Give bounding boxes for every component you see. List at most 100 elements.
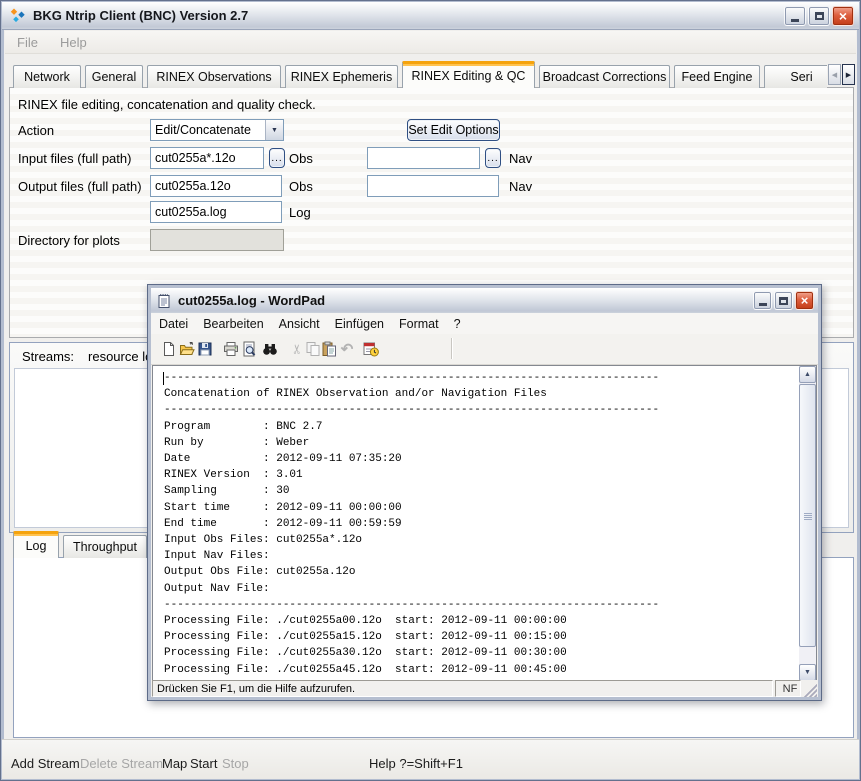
close-button[interactable]: × xyxy=(832,6,854,26)
bottom-toolbar: Add Stream Delete Stream Map Start Stop … xyxy=(2,739,859,779)
status-message: Drücken Sie F1, um die Hilfe aufzurufen. xyxy=(157,683,355,695)
output-nav-field[interactable] xyxy=(367,175,499,197)
tab-scroll-buttons: ◀ ▶ xyxy=(828,64,855,85)
wordpad-statusbar: Drücken Sie F1, um die Hilfe aufzurufen.… xyxy=(152,680,817,697)
menu-bearbeiten[interactable]: Bearbeiten xyxy=(203,317,263,331)
minimize-button[interactable] xyxy=(784,6,806,26)
save-floppy-icon xyxy=(197,341,213,357)
tab-throughput[interactable]: Throughput xyxy=(63,535,147,558)
tab-rinex-ephemeris[interactable]: RINEX Ephemeris xyxy=(285,65,398,88)
output-log-field[interactable] xyxy=(150,201,282,223)
wordpad-close-button[interactable]: × xyxy=(795,291,814,310)
find-binoculars-icon xyxy=(262,341,278,357)
wordpad-document[interactable]: ----------------------------------------… xyxy=(153,366,799,681)
tab-network[interactable]: Network xyxy=(13,65,81,88)
menu-format[interactable]: Format xyxy=(399,317,439,331)
minimize-icon xyxy=(759,303,767,306)
menu-einfuegen[interactable]: Einfügen xyxy=(335,317,384,331)
maximize-button[interactable] xyxy=(808,6,830,26)
menu-ansicht[interactable]: Ansicht xyxy=(279,317,320,331)
action-value: Edit/Concatenate xyxy=(151,123,265,137)
menu-datei[interactable]: Datei xyxy=(159,317,188,331)
save-button[interactable] xyxy=(197,339,213,359)
wordpad-title: cut0255a.log - WordPad xyxy=(178,293,325,308)
paste-button[interactable] xyxy=(321,339,337,359)
wordpad-window: cut0255a.log - WordPad × Datei Bearbeite… xyxy=(147,284,822,701)
close-icon: × xyxy=(839,9,847,23)
undo-arrow-icon: ↶ xyxy=(341,340,354,358)
wordpad-toolbar: ✂ ↶ xyxy=(151,334,818,365)
plots-dir-label: Directory for plots xyxy=(18,233,120,248)
wordpad-titlebar[interactable]: cut0255a.log - WordPad × xyxy=(151,288,818,313)
panel-description: RINEX file editing, concatenation and qu… xyxy=(18,97,316,112)
print-preview-button[interactable] xyxy=(241,339,257,359)
bnc-tabbar: Network General RINEX Observations RINEX… xyxy=(13,60,827,88)
tab-general[interactable]: General xyxy=(85,65,143,88)
input-obs-label: Obs xyxy=(289,151,313,166)
input-nav-label: Nav xyxy=(509,151,532,166)
chevron-right-icon: ▶ xyxy=(846,71,851,79)
menu-help[interactable]: Help xyxy=(60,35,87,50)
help-shortcut-label[interactable]: Help ?=Shift+F1 xyxy=(369,756,463,771)
tab-log[interactable]: Log xyxy=(13,531,59,558)
maximize-icon xyxy=(779,297,788,305)
action-dropdown[interactable]: Edit/Concatenate ▼ xyxy=(150,119,284,141)
print-button[interactable] xyxy=(223,339,239,359)
resize-grip[interactable] xyxy=(803,680,817,697)
start-button[interactable]: Start xyxy=(190,756,217,771)
output-obs-field[interactable] xyxy=(150,175,282,197)
bnc-menubar: File Help xyxy=(5,31,856,54)
print-preview-icon xyxy=(241,341,257,357)
scroll-down-button[interactable]: ▼ xyxy=(799,664,816,681)
tab-serial[interactable]: Seri xyxy=(764,65,827,88)
chevron-left-icon: ◀ xyxy=(832,71,837,79)
tab-rinex-editing-qc[interactable]: RINEX Editing & QC xyxy=(402,61,535,88)
wordpad-vertical-scrollbar[interactable]: ▲ ▼ xyxy=(799,366,816,681)
tab-broadcast-corrections[interactable]: Broadcast Corrections xyxy=(539,65,670,88)
set-edit-options-button[interactable]: Set Edit Options xyxy=(407,119,500,141)
document-text[interactable]: ----------------------------------------… xyxy=(153,366,799,678)
output-log-label: Log xyxy=(289,205,311,220)
thumb-grip-icon xyxy=(804,513,812,520)
close-icon: × xyxy=(801,294,809,307)
log-tabbar: Log Throughput xyxy=(13,532,151,558)
scroll-up-button[interactable]: ▲ xyxy=(799,366,816,383)
input-nav-browse-button[interactable]: ... xyxy=(485,148,501,168)
wordpad-minimize-button[interactable] xyxy=(753,291,772,310)
stop-button: Stop xyxy=(222,756,249,771)
maximize-icon xyxy=(815,12,824,20)
delete-stream-button: Delete Stream xyxy=(80,756,163,771)
plots-dir-field xyxy=(150,229,284,251)
new-document-icon xyxy=(161,341,177,357)
map-button[interactable]: Map xyxy=(162,756,187,771)
output-obs-label: Obs xyxy=(289,179,313,194)
wordpad-maximize-button[interactable] xyxy=(774,291,793,310)
output-nav-label: Nav xyxy=(509,179,532,194)
tab-scroll-left-button[interactable]: ◀ xyxy=(828,64,841,85)
find-button[interactable] xyxy=(262,339,278,359)
scrollbar-thumb[interactable] xyxy=(799,384,816,647)
add-stream-button[interactable]: Add Stream xyxy=(11,756,80,771)
menu-hilfe[interactable]: ? xyxy=(454,317,461,331)
arrow-down-icon: ▼ xyxy=(804,669,811,676)
cut-scissors-icon: ✂ xyxy=(289,344,305,355)
dropdown-button[interactable]: ▼ xyxy=(265,120,283,140)
wordpad-menubar: Datei Bearbeiten Ansicht Einfügen Format… xyxy=(151,313,818,334)
menu-file[interactable]: File xyxy=(17,35,38,50)
input-obs-browse-button[interactable]: ... xyxy=(269,148,285,168)
date-time-button[interactable] xyxy=(363,339,379,359)
tab-feed-engine[interactable]: Feed Engine xyxy=(674,65,760,88)
toolbar-separator xyxy=(451,338,452,359)
input-obs-field[interactable] xyxy=(150,147,264,169)
tab-scroll-right-button[interactable]: ▶ xyxy=(842,64,855,85)
bnc-titlebar[interactable]: BKG Ntrip Client (BNC) Version 2.7 × xyxy=(2,2,859,30)
arrow-up-icon: ▲ xyxy=(804,371,811,378)
status-nf-indicator: NF xyxy=(783,683,798,695)
input-nav-field[interactable] xyxy=(367,147,480,169)
new-document-button[interactable] xyxy=(161,339,177,359)
copy-icon xyxy=(305,341,321,357)
action-label: Action xyxy=(18,123,54,138)
text-caret xyxy=(163,372,164,385)
tab-rinex-observations[interactable]: RINEX Observations xyxy=(147,65,281,88)
open-button[interactable] xyxy=(179,339,195,359)
